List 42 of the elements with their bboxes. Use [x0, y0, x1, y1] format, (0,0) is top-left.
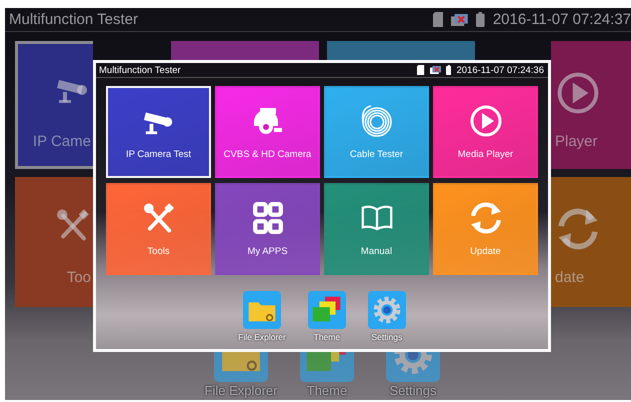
app-title: Multifunction Tester [99, 64, 181, 76]
battery-icon [446, 65, 452, 75]
sd-card-icon [417, 65, 425, 75]
app-tile[interactable]: Update [433, 183, 538, 275]
date-time: 2016-11-07 07:24:36 [456, 64, 544, 76]
app-tile[interactable]: Manual [324, 183, 429, 275]
settings-icon [368, 291, 406, 329]
play-icon [470, 104, 502, 136]
date-time: 2016-11-07 07:24:37 [492, 11, 631, 28]
app-tile[interactable]: My APPS [215, 183, 320, 275]
network-disconnected-icon [430, 66, 441, 74]
layered-cards-icon [308, 291, 346, 329]
app-tile[interactable] [327, 41, 475, 60]
app-tile[interactable]: Tools [106, 183, 211, 275]
apps-icon [252, 202, 284, 234]
wrench-screwdriver-icon [56, 208, 90, 242]
wrench-screwdriver-icon [142, 202, 174, 234]
dock-app[interactable]: File Explorer [238, 291, 286, 342]
dock-app[interactable]: Theme [308, 291, 346, 342]
cable-coil-icon [360, 104, 392, 136]
tile-label: Player [554, 133, 598, 150]
app-tile[interactable]: IP Came [15, 41, 93, 169]
app-tile[interactable]: Cable Tester [324, 86, 429, 178]
network-disconnected-icon [451, 14, 468, 26]
tile-label: date [554, 269, 584, 286]
app-tile[interactable]: date [551, 177, 631, 307]
sync-icon [470, 202, 502, 234]
app-tile[interactable]: Player [551, 41, 631, 169]
sync-icon [557, 208, 599, 250]
battery-icon [476, 12, 485, 27]
app-tile[interactable] [171, 41, 319, 60]
tile-label: Too [66, 269, 92, 286]
app-tile[interactable]: CVBS & HD Camera [215, 86, 320, 178]
dock-app[interactable]: Settings [368, 291, 406, 342]
app-tile[interactable]: Too [15, 177, 93, 307]
folder-icon [243, 291, 281, 329]
sd-card-icon [432, 12, 444, 27]
app-tile[interactable]: IP Camera Test [106, 86, 211, 178]
app-tile[interactable]: Media Player [433, 86, 538, 178]
tile-label: IP Came [32, 133, 92, 150]
app-title: Multifunction Tester [9, 11, 138, 28]
play-icon [557, 72, 599, 114]
